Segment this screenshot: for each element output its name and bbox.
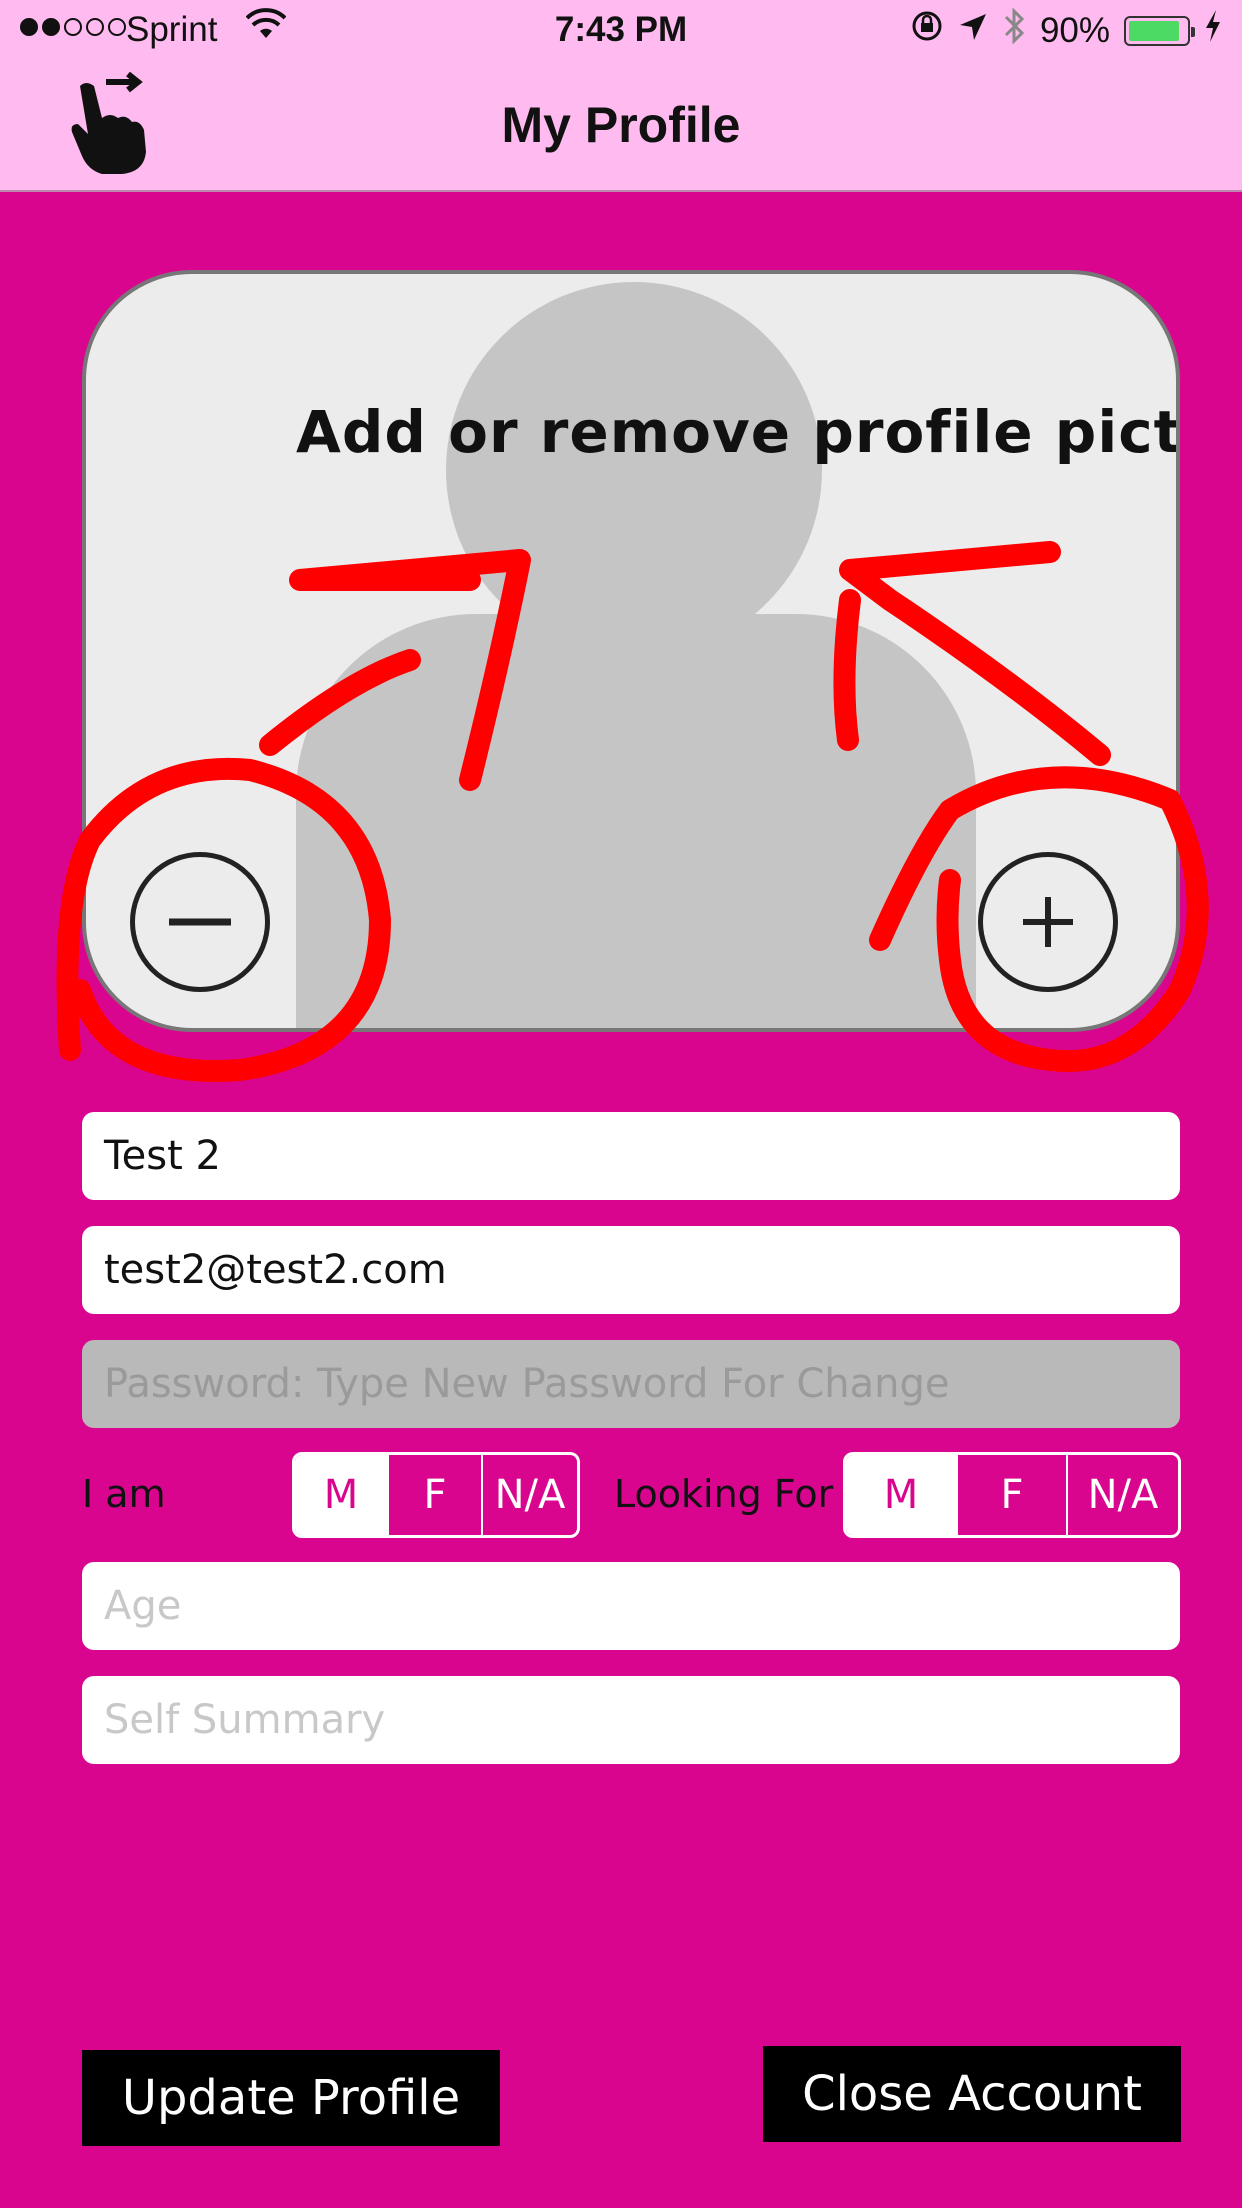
looking-for-option-na[interactable]: N/A xyxy=(1068,1455,1178,1535)
password-field[interactable]: Password: Type New Password For Change xyxy=(82,1340,1180,1428)
page-title: My Profile xyxy=(501,97,741,153)
minus-circle-icon xyxy=(169,918,231,926)
self-summary-field[interactable]: Self Summary xyxy=(82,1676,1180,1764)
close-account-button[interactable]: Close Account xyxy=(763,2046,1181,2142)
bluetooth-icon xyxy=(1002,7,1026,53)
add-photo-button[interactable] xyxy=(978,852,1118,992)
plus-circle-icon xyxy=(1023,897,1073,947)
profile-picture-hint: Add or remove profile picture xyxy=(296,398,1180,466)
name-field[interactable]: Test 2 xyxy=(82,1112,1180,1200)
i-am-option-f[interactable]: F xyxy=(389,1455,484,1535)
i-am-option-m[interactable]: M xyxy=(295,1455,390,1535)
battery-icon xyxy=(1124,15,1195,46)
avatar-placeholder-body xyxy=(296,614,976,1028)
update-profile-button[interactable]: Update Profile xyxy=(82,2050,500,2146)
looking-for-label: Looking For xyxy=(614,1472,834,1516)
i-am-segmented-control[interactable]: M F N/A xyxy=(292,1452,580,1538)
status-bar: Sprint 7:43 PM 90% xyxy=(0,0,1242,62)
charging-icon xyxy=(1204,10,1222,51)
location-icon xyxy=(958,11,988,51)
looking-for-option-f[interactable]: F xyxy=(958,1455,1069,1535)
looking-for-option-m[interactable]: M xyxy=(846,1455,958,1535)
i-am-option-na[interactable]: N/A xyxy=(483,1455,577,1535)
battery-percent: 90% xyxy=(1039,10,1110,50)
avatar-placeholder-head xyxy=(446,282,822,658)
orientation-lock-icon xyxy=(910,9,944,52)
remove-photo-button[interactable] xyxy=(130,852,270,992)
email-field[interactable]: test2@test2.com xyxy=(82,1226,1180,1314)
age-field[interactable]: Age xyxy=(82,1562,1180,1650)
navigation-bar: Sprint 7:43 PM 90% My Profile xyxy=(0,0,1242,192)
looking-for-segmented-control[interactable]: M F N/A xyxy=(843,1452,1181,1538)
profile-picture-card[interactable]: Add or remove profile picture xyxy=(82,270,1180,1032)
i-am-label: I am xyxy=(82,1472,166,1516)
